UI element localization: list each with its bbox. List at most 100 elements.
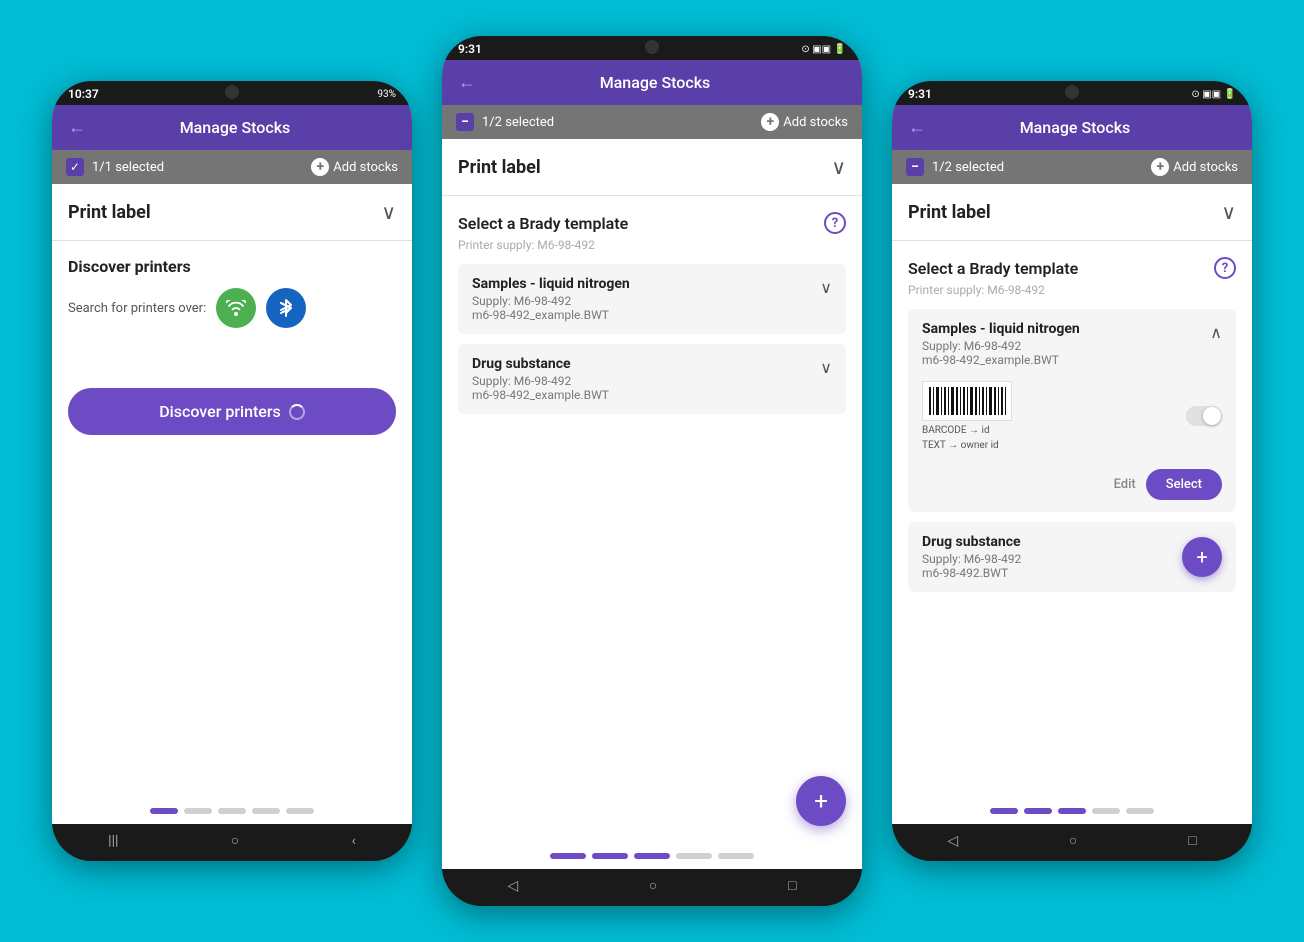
screen-center: ← Manage Stocks − 1/2 selected + Add sto… — [442, 60, 862, 869]
wifi-button[interactable] — [216, 288, 256, 328]
selection-text-center: 1/2 selected — [482, 115, 554, 130]
template-item-2-info: Drug substance Supply: M6-98-492 m6-98-4… — [472, 356, 609, 402]
dot-2-right — [1024, 808, 1052, 814]
template-preview-right: BARCODE → id TEXT → owner id — [908, 373, 1236, 463]
help-icon-center[interactable]: ? — [824, 212, 846, 234]
selection-bar-left: ✓ 1/1 selected + Add stocks — [52, 150, 412, 184]
print-label-header-right[interactable]: Print label ∨ — [892, 184, 1252, 241]
item2-info-right: Drug substance Supply: M6-98-492 m6-98-4… — [922, 534, 1021, 580]
back-arrow-right[interactable]: ← — [908, 117, 926, 138]
notch-center — [592, 36, 712, 58]
selection-bar-right: − 1/2 selected + Add stocks — [892, 150, 1252, 184]
template-header-center: Select a Brady template ? — [458, 212, 846, 234]
template-item-expanded-right[interactable]: Samples - liquid nitrogen Supply: M6-98-… — [908, 309, 1236, 512]
template-item-2-chevron-center[interactable]: ∨ — [820, 358, 832, 377]
dot-4-center — [676, 853, 712, 859]
dot-4-left — [252, 808, 280, 814]
selection-bar-center: − 1/2 selected + Add stocks — [442, 105, 862, 139]
template-title-center: Select a Brady template — [458, 214, 628, 233]
time-center: 9:31 — [458, 42, 482, 56]
dot-1-right — [990, 808, 1018, 814]
fab-center[interactable]: + — [796, 776, 846, 826]
add-stocks-left[interactable]: + Add stocks — [311, 158, 398, 176]
selection-left-center: − 1/2 selected — [456, 113, 554, 131]
template-item-2-header-center: Drug substance Supply: M6-98-492 m6-98-4… — [472, 356, 832, 402]
checkbox-icon-left[interactable]: ✓ — [66, 158, 84, 176]
time-right: 9:31 — [908, 87, 932, 101]
phone-bottom-right: ◁ ○ □ — [892, 824, 1252, 861]
template-item-1-name-center: Samples - liquid nitrogen — [472, 276, 630, 292]
expanded-top-right: Samples - liquid nitrogen Supply: M6-98-… — [908, 309, 1236, 373]
item2-name-right: Drug substance — [922, 534, 1021, 550]
phone-center: 9:31 ⊙ ▣▣ 🔋 ← Manage Stocks − 1/2 select… — [442, 36, 862, 906]
select-button-right[interactable]: Select — [1146, 469, 1222, 500]
add-stocks-label-right: Add stocks — [1173, 160, 1238, 175]
print-label-header-left[interactable]: Print label ∨ — [52, 184, 412, 241]
dot-1-center — [550, 853, 586, 859]
chevron-down-right[interactable]: ∨ — [1221, 200, 1236, 224]
toggle-right[interactable] — [1186, 406, 1222, 426]
back-arrow-left[interactable]: ← — [68, 117, 86, 138]
template-item-1-center[interactable]: Samples - liquid nitrogen Supply: M6-98-… — [458, 264, 846, 334]
fab-right-item[interactable]: + — [1182, 537, 1222, 577]
nav-home-right[interactable]: ○ — [1069, 832, 1077, 849]
time-left: 10:37 — [68, 87, 99, 101]
nav-back-right[interactable]: ◁ — [947, 833, 958, 849]
template-section-right: Select a Brady template ? Printer supply… — [892, 241, 1252, 618]
back-arrow-center[interactable]: ← — [458, 72, 476, 93]
item2-file-right: m6-98-492.BWT — [922, 566, 1021, 580]
template-item-2-supply-center: Supply: M6-98-492 — [472, 374, 609, 388]
expanded-info-right: Samples - liquid nitrogen Supply: M6-98-… — [922, 321, 1080, 367]
plus-circle-center: + — [761, 113, 779, 131]
dot-2-center — [592, 853, 628, 859]
template-item-1-supply-center: Supply: M6-98-492 — [472, 294, 630, 308]
phone-left: 10:37 93% ← Manage Stocks ✓ 1/1 selected… — [52, 81, 412, 861]
nav-home-left[interactable]: ○ — [231, 832, 239, 849]
template-header-right: Select a Brady template ? — [908, 257, 1236, 279]
nav-apps-left[interactable]: ||| — [108, 833, 118, 849]
item2-supply-right: Supply: M6-98-492 — [922, 552, 1021, 566]
nav-back-center[interactable]: ◁ — [507, 878, 518, 894]
dot-5-right — [1126, 808, 1154, 814]
expanded-name-right: Samples - liquid nitrogen — [922, 321, 1080, 337]
add-stocks-center[interactable]: + Add stocks — [761, 113, 848, 131]
dot-4-right — [1092, 808, 1120, 814]
help-icon-right[interactable]: ? — [1214, 257, 1236, 279]
edit-button-right[interactable]: Edit — [1114, 477, 1136, 492]
nav-home-center[interactable]: ○ — [649, 877, 657, 894]
expanded-chevron-right[interactable]: ∧ — [1210, 323, 1222, 342]
status-extra-right: ⊙ ▣▣ 🔋 — [1191, 89, 1236, 100]
content-center: Print label ∨ Select a Brady template ? … — [442, 139, 862, 843]
text-label-right: TEXT → owner id — [922, 440, 1012, 451]
phone-bottom-center: ◁ ○ □ — [442, 869, 862, 906]
edit-select-row-right: Edit Select — [908, 463, 1236, 512]
app-header-right: ← Manage Stocks — [892, 105, 1252, 150]
discover-button[interactable]: Discover printers — [68, 388, 396, 435]
template-section-center: Select a Brady template ? Printer supply… — [442, 196, 862, 440]
dot-3-left — [218, 808, 246, 814]
bluetooth-button[interactable] — [266, 288, 306, 328]
minus-icon-right[interactable]: − — [906, 158, 924, 176]
nav-back-left[interactable]: ‹ — [352, 833, 356, 849]
add-stocks-right[interactable]: + Add stocks — [1151, 158, 1238, 176]
chevron-down-center[interactable]: ∨ — [831, 155, 846, 179]
fab-label-center: + — [814, 787, 828, 815]
content-right: Print label ∨ Select a Brady template ? … — [892, 184, 1252, 798]
template-item-2-right[interactable]: Drug substance Supply: M6-98-492 m6-98-4… — [908, 522, 1236, 592]
template-item-2-center[interactable]: Drug substance Supply: M6-98-492 m6-98-4… — [458, 344, 846, 414]
print-label-header-center[interactable]: Print label ∨ — [442, 139, 862, 196]
barcode-preview-right: BARCODE → id TEXT → owner id — [922, 381, 1012, 451]
print-label-title-right: Print label — [908, 202, 991, 223]
discover-button-label: Discover printers — [159, 402, 281, 421]
nav-apps-right[interactable]: □ — [1188, 832, 1196, 849]
selection-left-group: ✓ 1/1 selected — [66, 158, 164, 176]
discover-section: Discover printers Search for printers ov… — [52, 241, 412, 451]
selection-left-right: − 1/2 selected — [906, 158, 1004, 176]
template-item-2-file-center: m6-98-492_example.BWT — [472, 388, 609, 402]
chevron-down-left[interactable]: ∨ — [381, 200, 396, 224]
status-icons-left: 93% — [377, 89, 396, 100]
nav-apps-center[interactable]: □ — [788, 877, 796, 894]
phone-right: 9:31 ⊙ ▣▣ 🔋 ← Manage Stocks − 1/2 select… — [892, 81, 1252, 861]
template-item-1-chevron-center[interactable]: ∨ — [820, 278, 832, 297]
minus-icon-center[interactable]: − — [456, 113, 474, 131]
